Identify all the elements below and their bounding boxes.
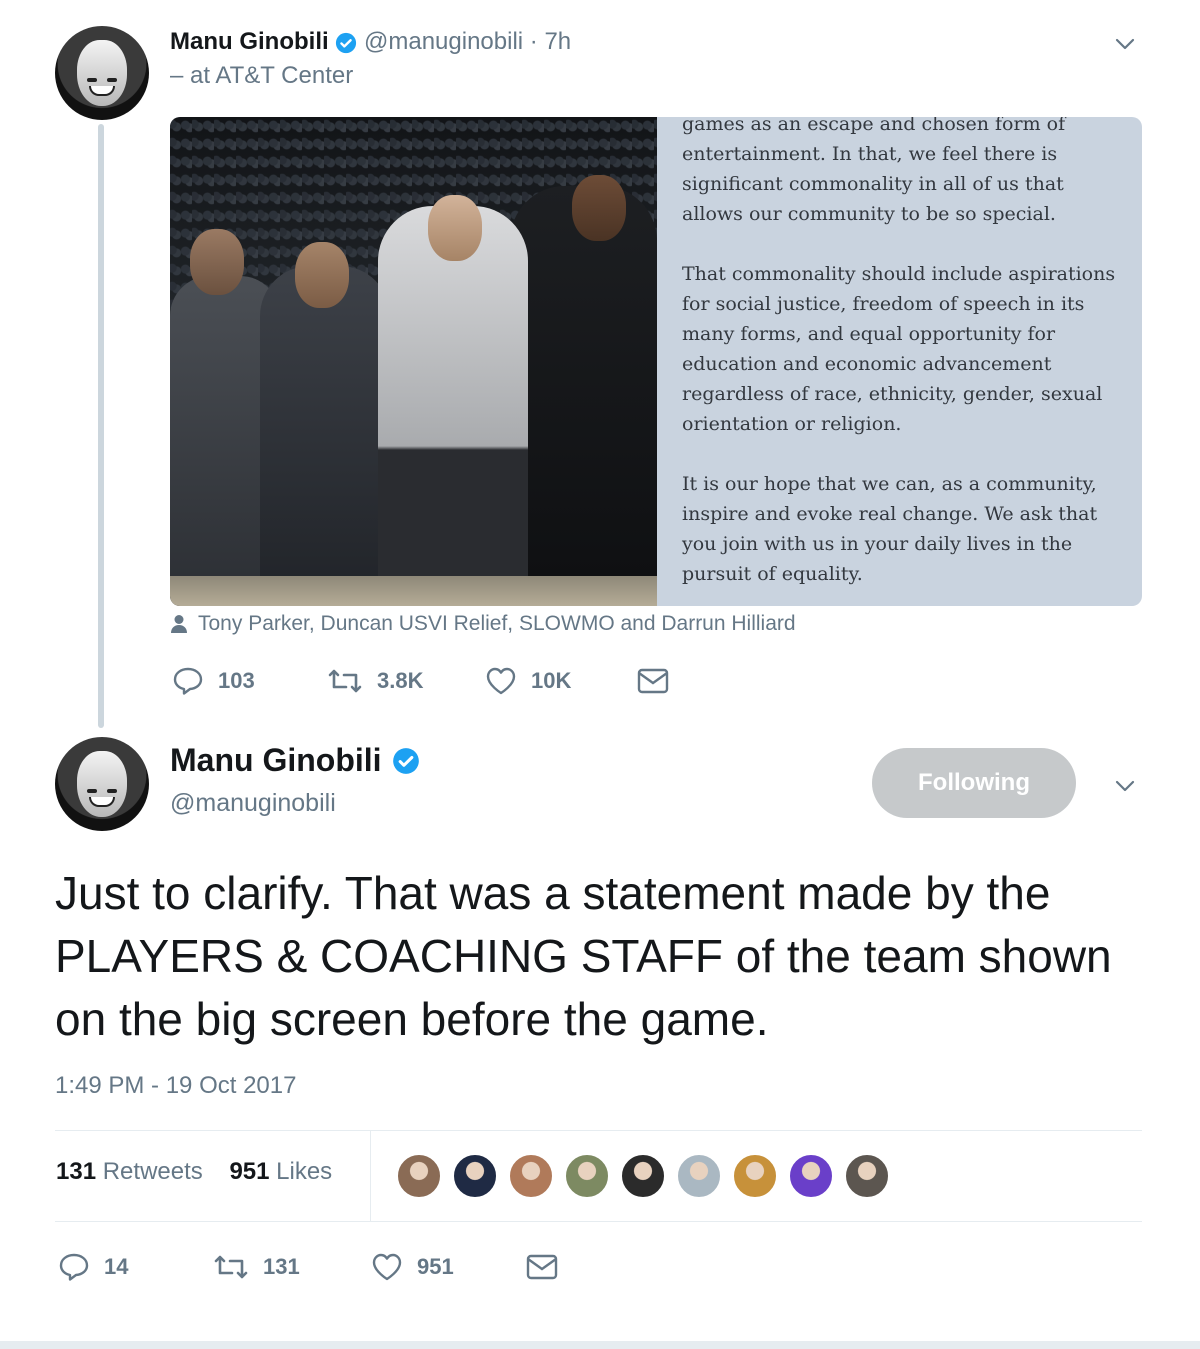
timeline-divider	[0, 1341, 1200, 1349]
retweet-button[interactable]: 131	[213, 1254, 371, 1280]
reply-count: 14	[104, 1254, 129, 1279]
tagged-users-text[interactable]: Tony Parker, Duncan USVI Relief, SLOWMO …	[198, 612, 796, 636]
reply-icon	[59, 1253, 89, 1281]
liker-avatars	[396, 1153, 890, 1199]
statement-paragraph: It is our hope that we can, as a communi…	[682, 473, 1098, 585]
envelope-icon	[637, 668, 669, 694]
liker-avatar[interactable]	[564, 1153, 610, 1199]
author-handle[interactable]: @manuginobili	[170, 789, 336, 818]
statement-paragraph: That commonality should include aspirati…	[682, 263, 1116, 435]
like-count: 951	[417, 1254, 454, 1279]
retweet-count: 131	[263, 1254, 300, 1279]
retweet-icon	[214, 1255, 248, 1279]
reply-icon	[173, 667, 203, 695]
liker-avatar[interactable]	[396, 1153, 442, 1199]
verified-badge-icon	[392, 747, 419, 774]
tweet-actions: 14 131 951	[58, 1252, 558, 1282]
avatar[interactable]	[55, 26, 149, 120]
thread-line	[98, 124, 104, 728]
person-icon	[171, 615, 187, 633]
divider	[55, 1130, 1142, 1131]
chevron-down-icon[interactable]	[1113, 774, 1137, 798]
author-name[interactable]: Manu Ginobili	[170, 742, 382, 779]
tweet-location[interactable]: – at AT&T Center	[170, 62, 353, 90]
chevron-down-icon[interactable]	[1113, 32, 1137, 56]
verified-badge-icon	[336, 32, 357, 53]
liker-avatar[interactable]	[452, 1153, 498, 1199]
liker-avatar[interactable]	[844, 1153, 890, 1199]
handle-and-time[interactable]: @manuginobili · 7h	[364, 28, 571, 55]
tweet-media[interactable]: games as an escape and chosen form of en…	[170, 117, 1142, 606]
message-button[interactable]	[637, 668, 669, 694]
avatar[interactable]	[55, 737, 149, 831]
message-button[interactable]	[526, 1254, 558, 1280]
statement-paragraph: games as an escape and chosen form of en…	[682, 117, 1066, 225]
liker-avatar[interactable]	[788, 1153, 834, 1199]
liker-avatar[interactable]	[732, 1153, 778, 1199]
divider	[370, 1131, 371, 1221]
team-photo[interactable]	[170, 117, 657, 606]
tweet-stats: 131 Retweets 951 Likes	[56, 1158, 332, 1186]
liker-avatar[interactable]	[620, 1153, 666, 1199]
liker-avatar[interactable]	[508, 1153, 554, 1199]
following-button[interactable]: Following	[872, 748, 1076, 818]
retweets-stat[interactable]: 131 Retweets	[56, 1158, 203, 1185]
divider	[55, 1221, 1142, 1222]
tweet-actions: 103 3.8K 10K	[172, 666, 669, 696]
likes-stat[interactable]: 951 Likes	[229, 1158, 332, 1185]
heart-icon	[372, 1253, 402, 1281]
like-button[interactable]: 10K	[485, 666, 637, 696]
reply-button[interactable]: 103	[172, 666, 327, 696]
reply-button[interactable]: 14	[58, 1252, 213, 1282]
like-count: 10K	[531, 668, 572, 693]
author-name-row: Manu Ginobili	[170, 742, 420, 779]
retweet-icon	[328, 669, 362, 693]
retweet-count: 3.8K	[377, 668, 424, 693]
like-button[interactable]: 951	[371, 1252, 526, 1282]
tweet-timestamp[interactable]: 1:49 PM - 19 Oct 2017	[55, 1072, 296, 1100]
statement-image-text: games as an escape and chosen form of en…	[682, 117, 1122, 606]
tagged-users[interactable]: Tony Parker, Duncan USVI Relief, SLOWMO …	[170, 612, 796, 636]
author-name[interactable]: Manu Ginobili	[170, 28, 329, 55]
tweet-header: Manu Ginobili @manuginobili · 7h	[170, 26, 571, 58]
reply-count: 103	[218, 668, 255, 693]
tweet-text: Just to clarify. That was a statement ma…	[55, 867, 1112, 1045]
envelope-icon	[526, 1254, 558, 1280]
liker-avatar[interactable]	[676, 1153, 722, 1199]
heart-icon	[486, 667, 516, 695]
retweet-button[interactable]: 3.8K	[327, 668, 485, 694]
